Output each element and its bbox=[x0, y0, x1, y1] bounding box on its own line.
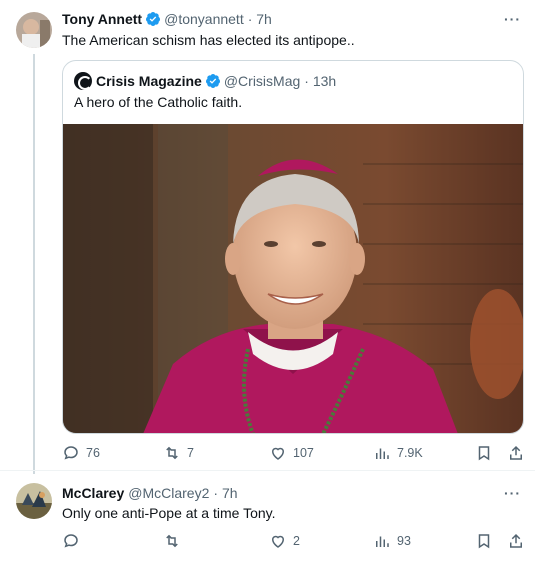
tweet-time[interactable]: · 7h bbox=[248, 11, 272, 27]
tweet-tony-annett[interactable]: Tony Annett @tonyannett · 7h ··· The Ame… bbox=[0, 0, 535, 474]
like-count: 107 bbox=[293, 446, 314, 460]
tweet-header: McClarey @McClarey2 · 7h bbox=[62, 485, 238, 501]
reply-icon bbox=[64, 534, 78, 548]
quote-photo[interactable] bbox=[63, 124, 523, 433]
tweet-actions: 2 93 bbox=[62, 531, 524, 551]
quote-time: · 13h bbox=[304, 73, 337, 89]
reply-count: 76 bbox=[86, 446, 100, 460]
avatar-mcclarey[interactable] bbox=[16, 483, 52, 519]
crisis-magazine-logo-icon bbox=[74, 72, 92, 90]
tweet-mcclarey[interactable]: McClarey @McClarey2 · 7h ··· Only one an… bbox=[0, 471, 535, 570]
verified-badge-icon bbox=[205, 74, 220, 88]
author-name[interactable]: Tony Annett bbox=[62, 11, 142, 27]
author-handle[interactable]: @tonyannett bbox=[164, 11, 244, 27]
share-icon bbox=[510, 533, 522, 548]
like-count: 2 bbox=[293, 534, 300, 548]
avatar-tony-annett[interactable] bbox=[16, 12, 52, 48]
analytics-icon bbox=[376, 448, 389, 459]
author-handle[interactable]: @McClarey2 bbox=[128, 485, 209, 501]
reply-button[interactable]: 76 bbox=[62, 444, 100, 462]
repost-button[interactable] bbox=[163, 532, 187, 550]
share-icon bbox=[510, 445, 522, 460]
bookmark-button[interactable] bbox=[475, 444, 493, 462]
tweet-text: Only one anti-Pope at a time Tony. bbox=[62, 505, 276, 521]
heart-icon bbox=[271, 447, 285, 460]
share-button[interactable] bbox=[507, 444, 525, 462]
views-button[interactable]: 7.9K bbox=[373, 444, 423, 462]
quote-text: A hero of the Catholic faith. bbox=[74, 94, 243, 110]
views-count: 7.9K bbox=[397, 446, 423, 460]
like-button[interactable]: 2 bbox=[269, 532, 300, 550]
repost-button[interactable]: 7 bbox=[163, 444, 194, 462]
reply-button[interactable] bbox=[62, 532, 86, 550]
repost-icon bbox=[166, 446, 178, 460]
repost-count: 7 bbox=[187, 446, 194, 460]
quote-author-handle: @CrisisMag bbox=[223, 73, 301, 89]
author-name[interactable]: McClarey bbox=[62, 485, 124, 501]
verified-badge-icon bbox=[146, 12, 161, 26]
reply-icon bbox=[64, 446, 78, 460]
more-options-icon[interactable]: ··· bbox=[504, 485, 521, 501]
tweet-actions: 76 7 107 7.9K bbox=[62, 443, 524, 463]
tweet-header: Tony Annett @tonyannett · 7h bbox=[62, 11, 272, 27]
quote-header: Crisis Magazine @CrisisMag · 13h bbox=[74, 72, 336, 90]
like-button[interactable]: 107 bbox=[269, 444, 314, 462]
views-button[interactable]: 93 bbox=[373, 532, 411, 550]
quoted-tweet[interactable]: Crisis Magazine @CrisisMag · 13h A hero … bbox=[62, 60, 524, 434]
more-options-icon[interactable]: ··· bbox=[504, 11, 521, 27]
tweet-time[interactable]: · 7h bbox=[213, 485, 237, 501]
analytics-icon bbox=[376, 536, 389, 547]
views-count: 93 bbox=[397, 534, 411, 548]
repost-icon bbox=[166, 534, 178, 548]
bookmark-icon bbox=[478, 446, 490, 461]
thread-line bbox=[33, 54, 35, 474]
bookmark-button[interactable] bbox=[475, 532, 493, 550]
tweet-text: The American schism has elected its anti… bbox=[62, 32, 355, 48]
bookmark-icon bbox=[478, 534, 490, 549]
quote-author-name: Crisis Magazine bbox=[96, 73, 202, 89]
share-button[interactable] bbox=[507, 532, 525, 550]
heart-icon bbox=[271, 535, 285, 548]
